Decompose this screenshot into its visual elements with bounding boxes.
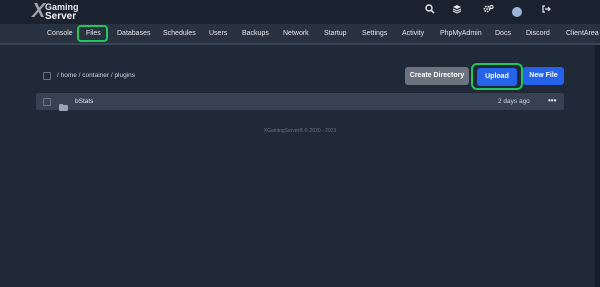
gears-icon[interactable]	[480, 4, 496, 20]
nav-users[interactable]: Users	[209, 24, 227, 44]
breadcrumb[interactable]: / home / container / plugins	[57, 72, 135, 79]
row-menu-button[interactable]: •••	[548, 93, 556, 108]
nav-settings[interactable]: Settings	[362, 24, 387, 44]
nav-divider	[0, 43, 600, 45]
nav-backups[interactable]: Backups	[242, 24, 269, 44]
row-checkbox[interactable]	[43, 98, 51, 106]
top-bar: X Gaming Server	[0, 0, 600, 24]
nav-schedules[interactable]: Schedules	[163, 24, 196, 44]
folder-icon	[59, 98, 68, 111]
nav-docs[interactable]: Docs	[495, 24, 511, 44]
nav-network[interactable]: Network	[283, 24, 309, 44]
nav-console[interactable]: Console	[47, 24, 73, 44]
logo-mark: X	[32, 0, 46, 22]
files-tab-highlight	[77, 25, 108, 42]
create-directory-button[interactable]: Create Directory	[405, 67, 469, 85]
upload-button[interactable]: Upload	[477, 68, 517, 86]
layers-icon[interactable]	[449, 4, 465, 20]
search-icon[interactable]	[422, 4, 438, 20]
new-file-button[interactable]: New File	[523, 67, 564, 85]
avatar[interactable]	[512, 7, 522, 17]
logout-icon[interactable]	[538, 4, 554, 20]
logo-text-line2: Server	[45, 11, 77, 22]
nav-discord[interactable]: Discord	[526, 24, 550, 44]
nav-databases[interactable]: Databases	[117, 24, 150, 44]
nav-startup[interactable]: Startup	[324, 24, 347, 44]
nav-activity[interactable]: Activity	[402, 24, 424, 44]
file-name[interactable]: bStats	[75, 93, 93, 110]
brand-logo[interactable]: X Gaming Server	[32, 0, 88, 23]
nav-clientarea[interactable]: ClientArea	[566, 24, 599, 44]
file-row[interactable]: bStats 2 days ago •••	[36, 93, 564, 111]
file-modified: 2 days ago	[498, 98, 530, 105]
nav-phpmyadmin[interactable]: PhpMyAdmin	[440, 24, 482, 44]
footer-copyright: XGamingServer® © 2020 - 2023	[263, 128, 337, 134]
select-all-checkbox[interactable]	[43, 72, 51, 80]
